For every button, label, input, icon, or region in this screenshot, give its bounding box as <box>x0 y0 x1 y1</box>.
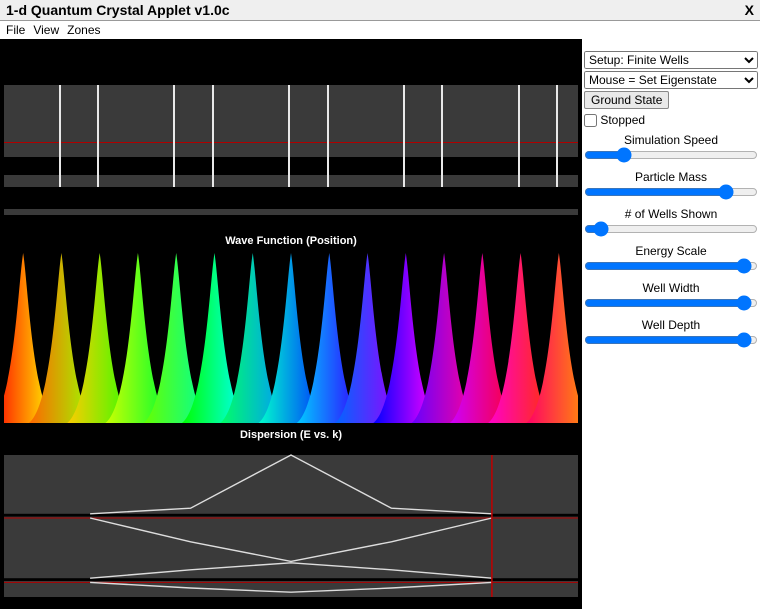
mouse-mode-select[interactable]: Mouse = Set Eigenstate <box>584 71 758 89</box>
title-bar: 1-d Quantum Crystal Applet v1.0c X <box>0 0 760 21</box>
well-wall <box>327 85 329 187</box>
wells-shown-label: # of Wells Shown <box>584 207 758 221</box>
well-width-label: Well Width <box>584 281 758 295</box>
mass-label: Particle Mass <box>584 170 758 184</box>
well-wall <box>556 85 558 187</box>
dispersion-band <box>90 518 492 561</box>
close-icon[interactable]: X <box>745 2 754 18</box>
menu-file[interactable]: File <box>4 23 27 37</box>
menu-view[interactable]: View <box>31 23 61 37</box>
wave-function-canvas <box>4 249 578 423</box>
dispersion-label: Dispersion (E vs. k) <box>0 429 582 441</box>
eigen-energy-line <box>4 142 578 143</box>
dispersion-band <box>90 455 492 514</box>
visualization-area: Wave Function (Position) <box>0 39 582 609</box>
well-wall <box>59 85 61 187</box>
stopped-label: Stopped <box>600 113 645 127</box>
well-wall <box>403 85 405 187</box>
menu-zones[interactable]: Zones <box>65 23 102 37</box>
dispersion-band <box>90 582 492 592</box>
potential-panel[interactable] <box>4 47 578 227</box>
dispersion-band <box>90 563 492 578</box>
well-width-slider[interactable] <box>584 295 758 311</box>
well-wall <box>441 85 443 187</box>
well-wall <box>518 85 520 187</box>
sim-speed-slider[interactable] <box>584 147 758 163</box>
ground-state-button[interactable]: Ground State <box>584 91 669 109</box>
well-wall <box>173 85 175 187</box>
stopped-checkbox[interactable] <box>584 114 597 127</box>
energy-scale-slider[interactable] <box>584 258 758 274</box>
sim-speed-label: Simulation Speed <box>584 133 758 147</box>
mass-slider[interactable] <box>584 184 758 200</box>
well-wall <box>212 85 214 187</box>
well-wall <box>97 85 99 187</box>
dispersion-canvas <box>4 443 578 603</box>
wells-shown-slider[interactable] <box>584 221 758 237</box>
setup-select[interactable]: Setup: Finite Wells <box>584 51 758 69</box>
app-title: 1-d Quantum Crystal Applet v1.0c <box>6 2 230 18</box>
well-depth-slider[interactable] <box>584 332 758 348</box>
potential-canvas <box>4 47 578 227</box>
wave-function-label: Wave Function (Position) <box>0 235 582 247</box>
menu-bar: File View Zones <box>0 21 760 39</box>
well-depth-label: Well Depth <box>584 318 758 332</box>
energy-scale-label: Energy Scale <box>584 244 758 258</box>
side-panel: Setup: Finite Wells Mouse = Set Eigensta… <box>582 39 760 609</box>
well-wall <box>288 85 290 187</box>
dispersion-panel[interactable] <box>4 443 578 603</box>
wave-function-panel[interactable] <box>4 249 578 423</box>
